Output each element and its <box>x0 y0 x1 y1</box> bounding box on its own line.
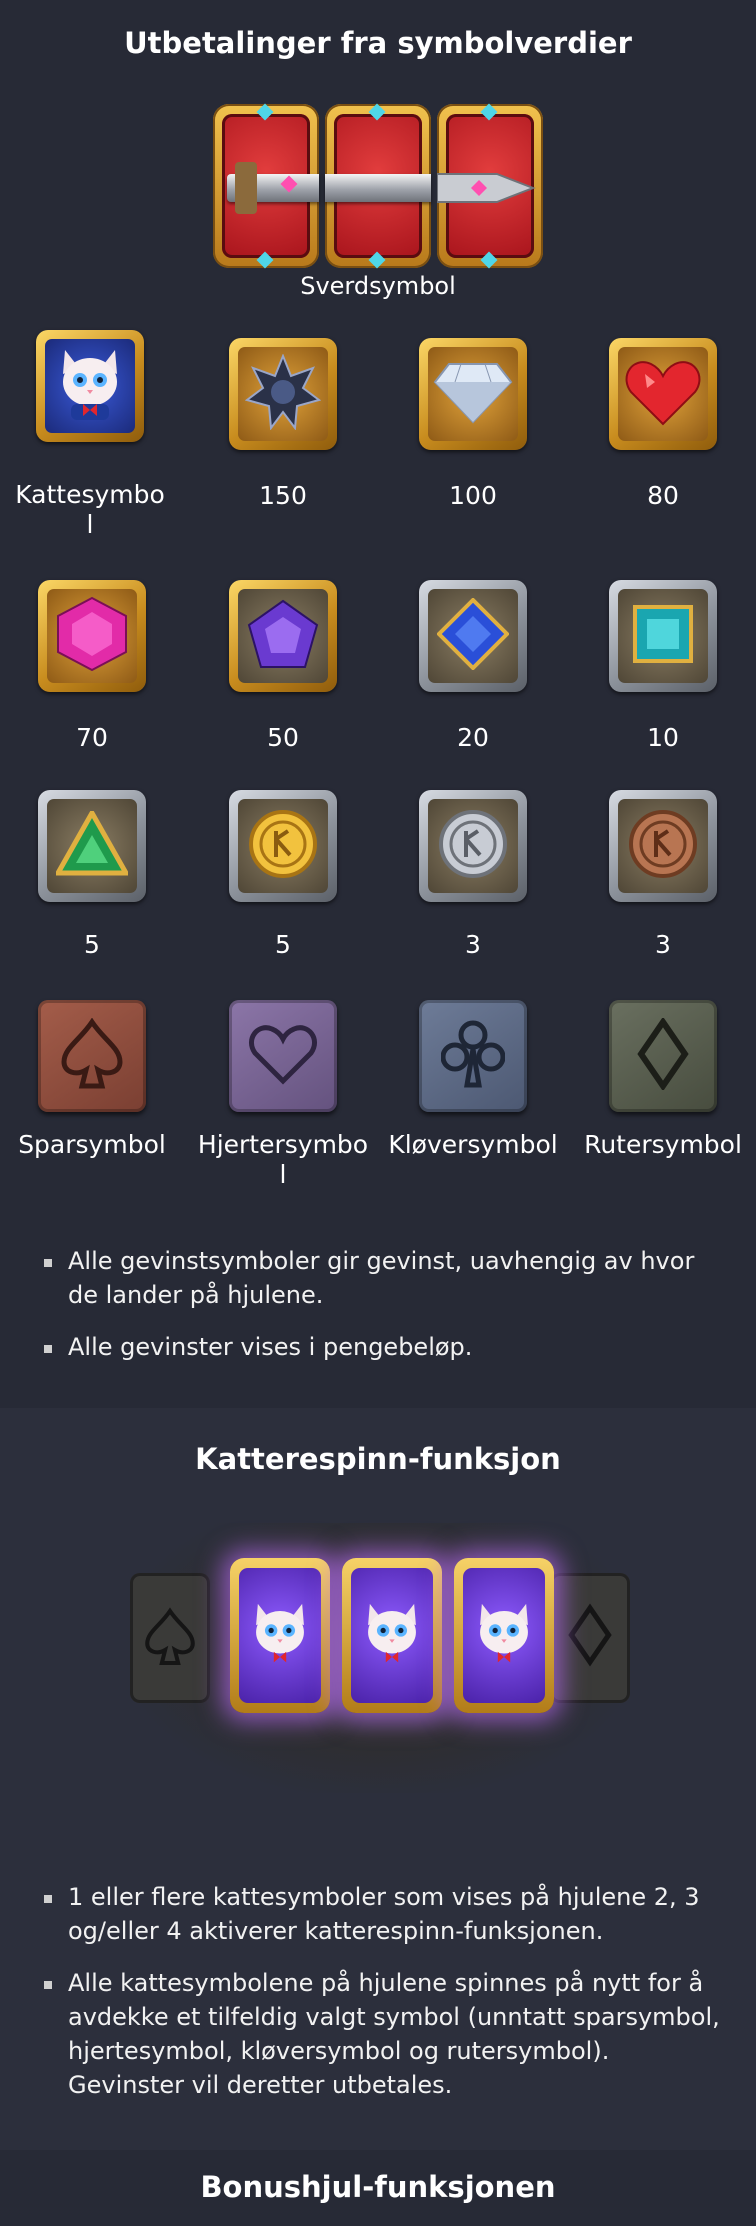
sword-tile-middle <box>325 103 431 269</box>
bronze-coin-icon <box>628 809 698 883</box>
symbol-label: Hjertersymbo <box>197 1130 369 1159</box>
purple-pentagon-gem-icon <box>247 599 319 673</box>
symbol-bronze-coin: 3 <box>568 790 756 959</box>
symbol-cat: Kattesymbo l <box>0 330 185 539</box>
symbol-black-star-gem: 150 <box>188 338 378 510</box>
cat-icon <box>473 1600 535 1672</box>
symbol-club: Kløversymbol <box>378 1000 568 1159</box>
cat-icon <box>361 1600 423 1672</box>
symbol-label-cont: l <box>279 1160 287 1189</box>
bonus-wheel-title: Bonushjul-funksjonen <box>200 2170 556 2204</box>
cat-respin-rules-list: 1 eller flere kattesymboler som vises på… <box>36 1880 726 2120</box>
bonus-wheel-section: Bonushjul-funksjonen <box>0 2150 756 2226</box>
symbol-pink-hexagon-gem: 70 <box>0 580 187 752</box>
symbol-blue-square-gem: 20 <box>378 580 568 752</box>
blue-square-gem-icon <box>436 597 510 674</box>
gold-coin-icon <box>248 809 318 883</box>
symbol-heart: Hjertersymbo l <box>188 1000 378 1189</box>
symbol-purple-pentagon-gem: 50 <box>188 580 378 752</box>
symbol-label-cont: l <box>86 510 94 539</box>
list-item: Alle kattesymbolene på hjulene spinnes p… <box>36 1966 726 2102</box>
sword-tile-left <box>213 103 319 269</box>
symbol-label: Kløversymbol <box>388 1130 558 1159</box>
symbol-diamond: 100 <box>378 338 568 510</box>
symbol-green-triangle-gem: 5 <box>0 790 187 959</box>
cat-respin-illustration <box>130 1523 630 1793</box>
symbol-label: Kattesymbo <box>15 480 165 509</box>
symbol-silver-coin: 3 <box>378 790 568 959</box>
list-item: Alle gevinstsymboler gir gevinst, uavhen… <box>36 1244 726 1312</box>
cat-respin-title: Katterespinn-funksjon <box>195 1442 561 1476</box>
diamond-suit-icon <box>637 1016 689 1094</box>
pink-hexagon-gem-icon <box>56 596 128 676</box>
heart-icon <box>248 1023 318 1089</box>
symbol-value: 5 <box>84 930 100 959</box>
symbol-spade: Sparsymbol <box>0 1000 187 1159</box>
payouts-title: Utbetalinger fra symbolverdier <box>124 26 632 60</box>
diamond-suit-icon <box>550 1573 630 1703</box>
symbol-diamond-suit: Rutersymbol <box>568 1000 756 1159</box>
symbol-value: 70 <box>76 723 108 752</box>
payouts-section: Utbetalinger fra symbolverdier Sverdsymb… <box>0 0 756 1408</box>
cat-icon <box>55 346 125 426</box>
club-icon <box>440 1019 506 1093</box>
diamond-icon <box>433 360 513 428</box>
cat-reel-3 <box>454 1558 554 1713</box>
green-triangle-gem-icon <box>53 807 131 881</box>
symbol-value: 3 <box>655 930 671 959</box>
symbol-value: 80 <box>647 481 679 510</box>
sword-symbol <box>213 103 543 274</box>
cat-icon <box>249 1600 311 1672</box>
symbol-value: 20 <box>457 723 489 752</box>
cat-reel-1 <box>230 1558 330 1713</box>
symbol-value: 50 <box>267 723 299 752</box>
cat-reel-2 <box>342 1558 442 1713</box>
symbol-value: 10 <box>647 723 679 752</box>
symbol-label: Rutersymbol <box>584 1130 742 1159</box>
spade-icon <box>60 1017 124 1094</box>
black-star-gem-icon <box>244 353 322 434</box>
symbol-value: 3 <box>465 930 481 959</box>
list-item: 1 eller flere kattesymboler som vises på… <box>36 1880 726 1948</box>
teal-rectangle-gem-icon <box>633 605 693 667</box>
symbol-red-heart-gem: 80 <box>568 338 756 510</box>
symbol-value: 100 <box>449 481 497 510</box>
red-heart-gem-icon <box>625 358 701 430</box>
cat-respin-section: Katterespinn-funksjon 1 eller flere katt… <box>0 1408 756 2150</box>
payouts-rules-list: Alle gevinstsymboler gir gevinst, uavhen… <box>36 1244 726 1382</box>
symbol-gold-coin: 5 <box>188 790 378 959</box>
spade-icon <box>130 1573 210 1703</box>
symbol-value: 5 <box>275 930 291 959</box>
sword-symbol-label: Sverdsymbol <box>300 272 456 300</box>
symbol-value: 150 <box>259 481 307 510</box>
sword-tile-right <box>437 103 543 269</box>
list-item: Alle gevinster vises i pengebeløp. <box>36 1330 726 1364</box>
symbol-teal-rectangle-gem: 10 <box>568 580 756 752</box>
silver-coin-icon <box>438 809 508 883</box>
symbol-label: Sparsymbol <box>18 1130 166 1159</box>
